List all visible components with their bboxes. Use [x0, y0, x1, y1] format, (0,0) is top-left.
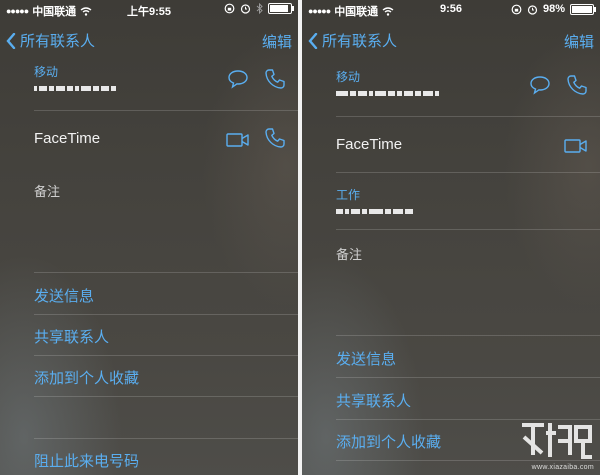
- back-label: 所有联系人: [20, 33, 96, 50]
- nav-bar: 所有联系人 编辑: [302, 22, 600, 58]
- edit-button[interactable]: 编辑: [262, 31, 292, 52]
- alarm-icon: [527, 4, 538, 15]
- site-logo-watermark: [522, 423, 592, 459]
- separator: [34, 355, 298, 356]
- work-phone-row[interactable]: 工作: [336, 186, 600, 226]
- separator: [34, 110, 298, 111]
- back-label: 所有联系人: [322, 33, 398, 50]
- battery-percent: 98%: [542, 3, 565, 15]
- notes-field[interactable]: 备注: [34, 181, 298, 271]
- share-contact-button[interactable]: 共享联系人: [34, 326, 298, 347]
- chevron-left-icon: [6, 32, 16, 49]
- separator: [336, 172, 600, 173]
- mobile-phone-row[interactable]: 移动: [336, 68, 600, 114]
- facetime-label: FaceTime: [34, 130, 101, 147]
- battery-icon: [268, 3, 294, 14]
- separator: [34, 438, 298, 439]
- add-favorite-button[interactable]: 添加到个人收藏: [34, 367, 298, 388]
- add-favorite-label: 添加到个人收藏: [34, 370, 140, 387]
- notes-field[interactable]: 备注: [336, 244, 600, 334]
- mobile-label: 移动: [34, 65, 59, 79]
- edit-button[interactable]: 编辑: [564, 31, 594, 52]
- facetime-audio-icon[interactable]: [264, 127, 286, 149]
- notes-label: 备注: [336, 247, 363, 262]
- send-message-button[interactable]: 发送信息: [34, 285, 298, 306]
- nav-bar: 所有联系人 编辑: [0, 22, 298, 58]
- bluetooth-icon: [256, 3, 263, 14]
- separator: [336, 377, 600, 378]
- contact-screen-right: ●●●●● 中国联通 9:56 98% 所有联系人 编辑 移动 FaceTime…: [302, 0, 600, 475]
- video-call-icon[interactable]: [564, 138, 588, 154]
- facetime-row[interactable]: FaceTime: [336, 136, 600, 166]
- separator: [336, 116, 600, 117]
- orientation-lock-icon: [511, 4, 522, 14]
- separator: [34, 396, 298, 397]
- contact-screen-left: ●●●●● 中国联通 上午9:55 所有联系人 编辑 移动 FaceTime 备…: [0, 0, 298, 475]
- phone-icon[interactable]: [264, 68, 286, 90]
- video-call-icon[interactable]: [226, 132, 250, 148]
- send-message-label: 发送信息: [336, 351, 397, 368]
- separator: [34, 314, 298, 315]
- phone-icon[interactable]: [566, 74, 588, 96]
- block-caller-button[interactable]: 阻止此来电号码: [34, 450, 298, 471]
- facetime-label: FaceTime: [336, 136, 403, 153]
- work-number-obscured: [336, 209, 600, 214]
- facetime-row[interactable]: FaceTime: [34, 127, 298, 160]
- chevron-left-icon: [308, 32, 318, 49]
- back-button[interactable]: 所有联系人: [6, 30, 95, 51]
- watermark-url: www.xiazaiba.com: [531, 464, 594, 471]
- phone-number-obscured: [34, 86, 298, 91]
- message-icon[interactable]: [227, 69, 249, 89]
- mobile-label: 移动: [336, 70, 361, 84]
- separator: [336, 229, 600, 230]
- send-message-label: 发送信息: [34, 288, 95, 305]
- alarm-icon: [240, 4, 251, 14]
- share-contact-label: 共享联系人: [34, 329, 110, 346]
- orientation-lock-icon: [224, 3, 235, 14]
- notes-label: 备注: [34, 184, 61, 199]
- separator: [336, 335, 600, 336]
- status-bar: ●●●●● 中国联通 9:56 98%: [302, 0, 600, 20]
- message-icon[interactable]: [529, 75, 551, 95]
- phone-number-obscured: [336, 91, 600, 96]
- share-contact-button[interactable]: 共享联系人: [336, 390, 600, 411]
- mobile-phone-row[interactable]: 移动: [34, 63, 298, 109]
- work-label: 工作: [336, 188, 361, 202]
- separator: [34, 272, 298, 273]
- share-contact-label: 共享联系人: [336, 393, 412, 410]
- block-caller-label: 阻止此来电号码: [34, 453, 140, 470]
- send-message-button[interactable]: 发送信息: [336, 348, 600, 369]
- battery-icon: [570, 3, 596, 15]
- back-button[interactable]: 所有联系人: [308, 30, 397, 51]
- status-bar: ●●●●● 中国联通 上午9:55: [0, 0, 298, 20]
